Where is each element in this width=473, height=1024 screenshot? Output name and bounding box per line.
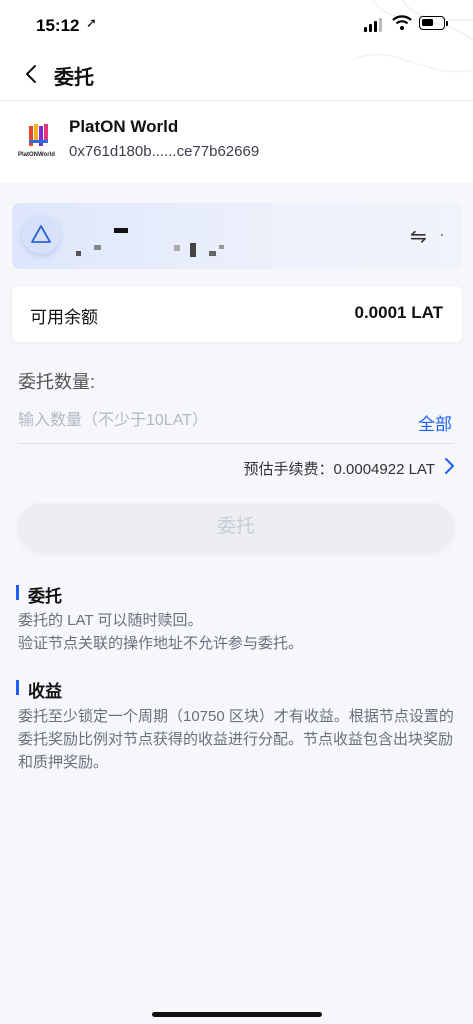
section-marker	[16, 585, 19, 600]
wifi-icon	[392, 15, 412, 30]
balance-value: 0.0001 LAT	[354, 303, 443, 322]
delegate-button[interactable]: 委托	[18, 503, 454, 551]
home-indicator[interactable]	[152, 1012, 322, 1017]
page-title: 委托	[54, 67, 94, 89]
section-title-delegate: 委托	[28, 587, 62, 606]
wallet-name-redacted	[70, 225, 240, 261]
chevron-right-icon[interactable]	[443, 457, 455, 475]
node-header	[0, 101, 473, 183]
battery-icon	[419, 16, 445, 30]
section-text-earnings: 委托至少锁定一个周期（10750 区块）才有收益。根据节点设置的委托奖励比例对节…	[18, 708, 454, 771]
switch-wallet-icon[interactable]: ⇋	[410, 224, 427, 249]
section-title-earnings: 收益	[28, 682, 62, 701]
wallet-avatar	[22, 216, 60, 254]
node-address: 0x761d180b......ce77b62669	[69, 143, 260, 160]
section-marker	[16, 680, 19, 695]
battery-tip	[446, 21, 448, 26]
section-text-delegate: 委托的 LAT 可以随时赎回。 验证节点关联的操作地址不允许参与委托。	[18, 612, 304, 652]
estimated-fee: 预估手续费：0.0004922 LAT	[243, 461, 435, 478]
switch-dot	[441, 234, 443, 236]
amount-title: 委托数量:	[18, 372, 96, 392]
triangle-icon	[31, 225, 51, 243]
balance-label: 可用余额	[30, 308, 98, 327]
node-logo-text: PlatONWorld	[18, 152, 55, 158]
node-name: PlatON World	[69, 117, 179, 136]
cellular-signal-icon	[364, 18, 384, 32]
all-button[interactable]: 全部	[418, 410, 452, 435]
status-time: 15:12	[36, 16, 80, 35]
back-chevron-icon[interactable]	[24, 62, 40, 86]
location-arrow-icon: ➚	[86, 15, 97, 30]
amount-input[interactable]	[18, 408, 398, 434]
amount-divider	[18, 443, 454, 444]
